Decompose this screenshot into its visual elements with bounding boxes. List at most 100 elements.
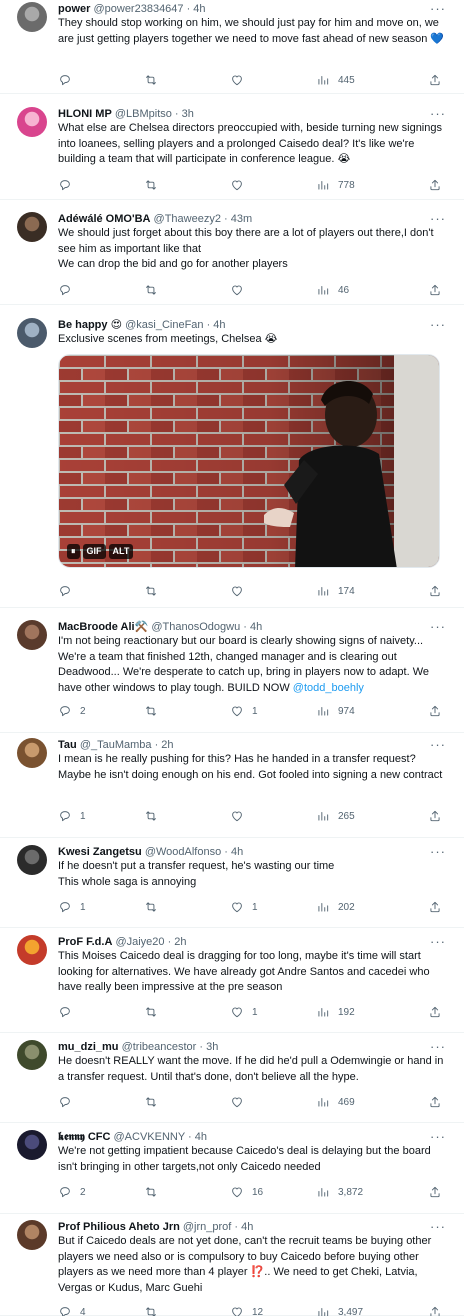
- views-button[interactable]: 202: [316, 900, 402, 914]
- more-options-icon[interactable]: ···: [430, 107, 446, 120]
- author-handle[interactable]: @_TauMamba · 2h: [80, 739, 174, 751]
- tweet[interactable]: Prof Philious Aheto Jrn @jrn_prof · 4h ·…: [0, 1214, 464, 1316]
- author-handle[interactable]: @jrn_prof · 4h: [183, 1221, 253, 1233]
- pause-button[interactable]: ⏸: [67, 543, 80, 559]
- tweet[interactable]: ProF F.d.A @Jaiye20 · 2h ··· This Moises…: [0, 928, 464, 1033]
- retweet-button[interactable]: [144, 73, 230, 87]
- more-options-icon[interactable]: ···: [430, 318, 446, 331]
- share-button[interactable]: [428, 73, 442, 87]
- author-name[interactable]: power: [58, 3, 90, 15]
- retweet-button[interactable]: [144, 178, 230, 192]
- author-handle[interactable]: @ThanosOdogwu · 4h: [151, 621, 262, 633]
- more-options-icon[interactable]: ···: [430, 1220, 446, 1233]
- share-button[interactable]: [428, 584, 442, 598]
- alt-badge[interactable]: ALT: [108, 543, 134, 559]
- retweet-button[interactable]: [144, 283, 230, 297]
- share-button[interactable]: [428, 1095, 442, 1109]
- author-name[interactable]: Adéwálé OMO'BA: [58, 213, 150, 225]
- more-options-icon[interactable]: ···: [430, 845, 446, 858]
- tweet[interactable]: Kwesi Zangetsu @WoodAlfonso · 4h ··· If …: [0, 838, 464, 928]
- avatar[interactable]: [17, 845, 47, 875]
- more-options-icon[interactable]: ···: [430, 935, 446, 948]
- share-button[interactable]: [428, 178, 442, 192]
- tweet[interactable]: power @power23834647 · 4h ··· They shoul…: [0, 0, 464, 94]
- views-button[interactable]: 3,497: [316, 1305, 402, 1316]
- views-button[interactable]: 174: [316, 584, 402, 598]
- author-name[interactable]: 𝖐𝖊𝖓𝖓𝖞 CFC: [58, 1131, 110, 1143]
- author-name[interactable]: ProF F.d.A: [58, 936, 112, 948]
- views-button[interactable]: 3,872: [316, 1185, 402, 1199]
- avatar[interactable]: [17, 1130, 47, 1160]
- reply-button[interactable]: 1: [58, 809, 144, 823]
- tweet[interactable]: Be happy 😍 @kasi_CineFan · 4h ··· Exclus…: [0, 305, 464, 608]
- tweet[interactable]: mu_dzi_mu @tribeancestor · 3h ··· He doe…: [0, 1033, 464, 1123]
- retweet-button[interactable]: [144, 704, 230, 718]
- avatar[interactable]: [17, 2, 47, 32]
- avatar[interactable]: [17, 212, 47, 242]
- reply-button[interactable]: [58, 73, 144, 87]
- retweet-button[interactable]: [144, 584, 230, 598]
- retweet-button[interactable]: [144, 1305, 230, 1316]
- author-handle[interactable]: @WoodAlfonso · 4h: [145, 846, 243, 858]
- like-button[interactable]: 1: [230, 704, 316, 718]
- more-options-icon[interactable]: ···: [430, 1040, 446, 1053]
- like-button[interactable]: 1: [230, 900, 316, 914]
- author-name[interactable]: mu_dzi_mu: [58, 1041, 119, 1053]
- author-handle[interactable]: @LBMpitso · 3h: [115, 108, 194, 120]
- reply-button[interactable]: [58, 283, 144, 297]
- like-button[interactable]: [230, 809, 316, 823]
- retweet-button[interactable]: [144, 900, 230, 914]
- views-button[interactable]: 46: [316, 283, 402, 297]
- author-name[interactable]: Kwesi Zangetsu: [58, 846, 142, 858]
- share-button[interactable]: [428, 704, 442, 718]
- author-handle[interactable]: @power23834647 · 4h: [93, 3, 205, 15]
- share-button[interactable]: [428, 1185, 442, 1199]
- like-button[interactable]: 16: [230, 1185, 316, 1199]
- reply-button[interactable]: [58, 178, 144, 192]
- like-button[interactable]: [230, 584, 316, 598]
- share-button[interactable]: [428, 1005, 442, 1019]
- avatar[interactable]: [17, 620, 47, 650]
- views-button[interactable]: 974: [316, 704, 402, 718]
- reply-button[interactable]: [58, 1005, 144, 1019]
- avatar[interactable]: [17, 1220, 47, 1250]
- views-button[interactable]: 778: [316, 178, 402, 192]
- views-button[interactable]: 265: [316, 809, 402, 823]
- avatar[interactable]: [17, 318, 47, 348]
- tweet[interactable]: Adéwálé OMO'BA @Thaweezy2 · 43m ··· We s…: [0, 200, 464, 305]
- avatar[interactable]: [17, 1040, 47, 1070]
- like-button[interactable]: [230, 73, 316, 87]
- reply-button[interactable]: 4: [58, 1305, 144, 1316]
- like-button[interactable]: [230, 178, 316, 192]
- views-button[interactable]: 192: [316, 1005, 402, 1019]
- retweet-button[interactable]: [144, 1095, 230, 1109]
- avatar[interactable]: [17, 107, 47, 137]
- reply-button[interactable]: [58, 1095, 144, 1109]
- author-handle[interactable]: @Thaweezy2 · 43m: [154, 213, 253, 225]
- avatar[interactable]: [17, 935, 47, 965]
- author-name[interactable]: Tau: [58, 739, 77, 751]
- share-button[interactable]: [428, 283, 442, 297]
- retweet-button[interactable]: [144, 809, 230, 823]
- author-name[interactable]: HLONI MP: [58, 108, 112, 120]
- reply-button[interactable]: 2: [58, 1185, 144, 1199]
- tweet[interactable]: MacBroode Ali⚒️ @ThanosOdogwu · 4h ··· I…: [0, 608, 464, 733]
- avatar[interactable]: [17, 738, 47, 768]
- mention-link[interactable]: @todd_boehly: [293, 682, 364, 694]
- reply-button[interactable]: [58, 584, 144, 598]
- author-handle[interactable]: @Jaiye20 · 2h: [115, 936, 186, 948]
- author-name[interactable]: Be happy 😍: [58, 319, 122, 331]
- author-handle[interactable]: @kasi_CineFan · 4h: [125, 319, 225, 331]
- like-button[interactable]: 12: [230, 1305, 316, 1316]
- more-options-icon[interactable]: ···: [430, 212, 446, 225]
- views-button[interactable]: 469: [316, 1095, 402, 1109]
- more-options-icon[interactable]: ···: [430, 738, 446, 751]
- retweet-button[interactable]: [144, 1185, 230, 1199]
- author-handle[interactable]: @tribeancestor · 3h: [122, 1041, 219, 1053]
- share-button[interactable]: [428, 900, 442, 914]
- author-name[interactable]: Prof Philious Aheto Jrn: [58, 1221, 180, 1233]
- more-options-icon[interactable]: ···: [430, 2, 446, 15]
- more-options-icon[interactable]: ···: [430, 1130, 446, 1143]
- tweet[interactable]: Tau @_TauMamba · 2h ··· I mean is he rea…: [0, 733, 464, 838]
- gif-media[interactable]: ⏸ GIF ALT: [58, 353, 440, 568]
